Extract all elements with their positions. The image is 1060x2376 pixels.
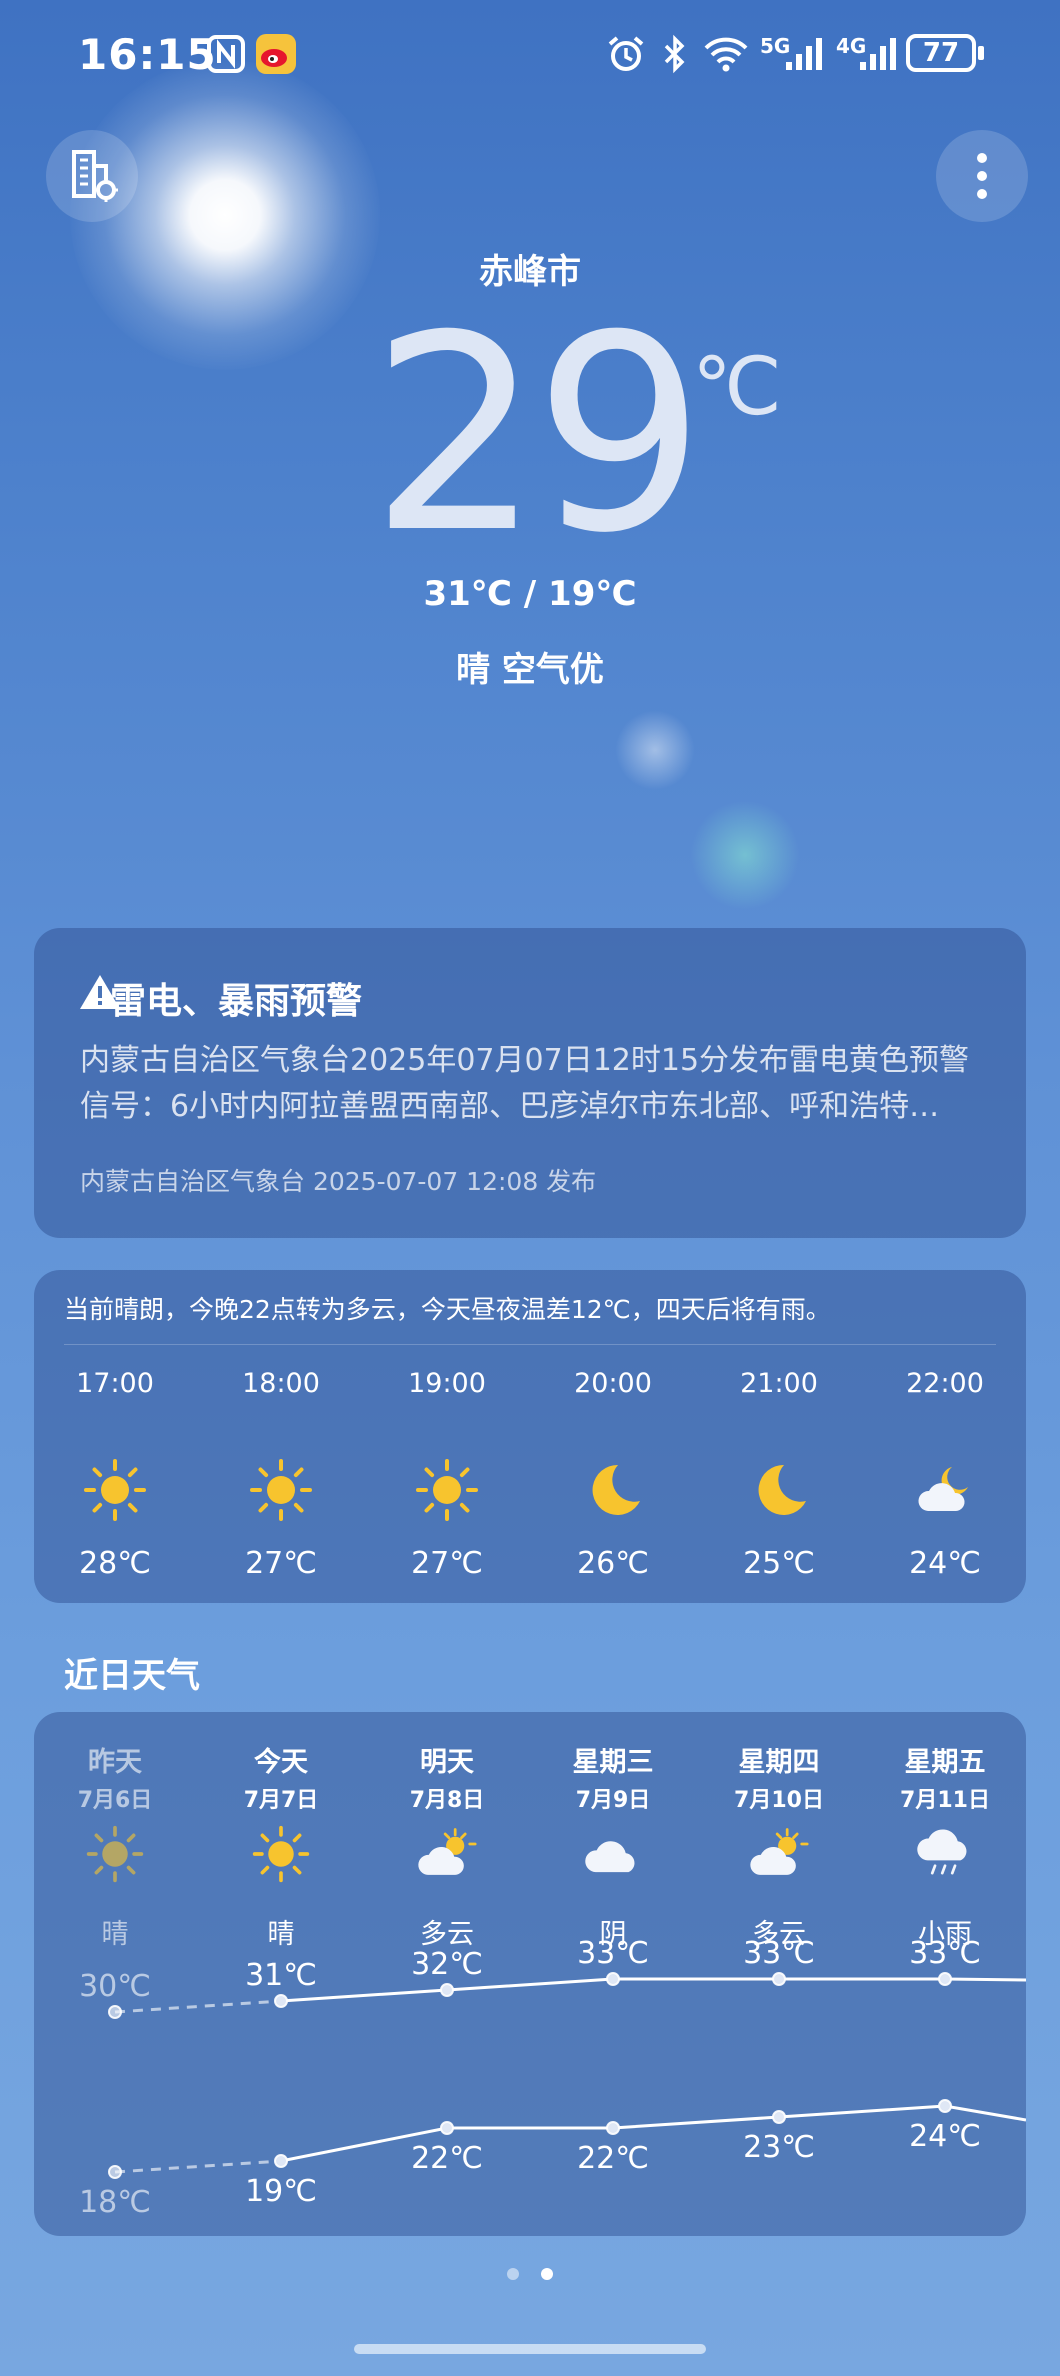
low-temp-label: 23℃ (743, 2130, 815, 2165)
day-condition: 多云 (752, 1919, 806, 1950)
lens-flare (690, 800, 800, 910)
battery-tip (978, 46, 984, 60)
low-temp-label: 22℃ (577, 2141, 649, 2176)
low-point (772, 2110, 786, 2124)
day-date: 7月6日 (77, 1788, 153, 1813)
lens-flare (615, 710, 695, 790)
high-point (274, 1994, 288, 2008)
low-temp-label: 22℃ (411, 2141, 483, 2176)
cloudy-night-icon (870, 1452, 1020, 1528)
hour-time: 19:00 (408, 1368, 486, 1399)
cloud-icon (538, 1820, 688, 1888)
day-label: 明天 (420, 1747, 474, 1778)
wifi-icon (702, 32, 750, 76)
day-date: 7月7日 (243, 1788, 319, 1813)
sun-icon (40, 1820, 190, 1888)
temperature-range: 31℃ / 19℃ (423, 574, 637, 614)
day-label: 昨天 (88, 1747, 142, 1778)
page-dot[interactable] (507, 2268, 519, 2280)
signal-5g-icon (782, 32, 826, 76)
status-time: 16:15 (78, 30, 217, 79)
high-temp-label: 32℃ (411, 1947, 483, 1982)
hour-time: 21:00 (740, 1368, 818, 1399)
alarm-icon (606, 32, 646, 76)
high-trend-line (280, 1977, 1026, 2003)
low-temp-label: 19℃ (245, 2174, 317, 2209)
warning-title: 雷电、暴雨预警 (110, 981, 363, 1022)
city-manage-icon (72, 150, 118, 202)
day-date: 7月10日 (734, 1788, 824, 1813)
low-point (108, 2165, 122, 2179)
warning-body-line: 内蒙古自治区气象台2025年07月07日12时15分发布雷电黄色预警 (80, 1043, 970, 1078)
low-point (440, 2121, 454, 2135)
day-date: 7月11日 (900, 1788, 990, 1813)
hour-temp: 26℃ (577, 1546, 649, 1581)
day-label: 星期四 (738, 1747, 820, 1778)
day-date: 7月8日 (409, 1788, 485, 1813)
partly-cloudy-icon (704, 1820, 854, 1888)
sun-icon (206, 1820, 356, 1888)
more-vertical-icon (977, 153, 987, 199)
battery-indicator: 77 (906, 34, 976, 72)
moon-icon (538, 1452, 688, 1528)
more-options-button[interactable] (936, 130, 1028, 222)
city-manage-button[interactable] (46, 130, 138, 222)
day-condition: 多云 (420, 1919, 474, 1950)
hour-temp: 28℃ (79, 1546, 151, 1581)
hour-temp: 24℃ (909, 1546, 981, 1581)
nfc-icon (206, 32, 246, 76)
hour-temp: 27℃ (245, 1546, 317, 1581)
divider (64, 1344, 996, 1345)
day-condition: 晴 (267, 1919, 295, 1950)
temperature-unit: ℃ (692, 340, 782, 433)
bluetooth-icon (660, 32, 690, 76)
day-condition: 晴 (101, 1919, 129, 1950)
low-point (606, 2121, 620, 2135)
signal-4g-icon (856, 32, 900, 76)
day-condition: 小雨 (918, 1919, 972, 1950)
high-temp-label: 31℃ (245, 1958, 317, 1993)
warning-source: 内蒙古自治区气象台 2025-07-07 12:08 发布 (80, 1167, 597, 1196)
partly-cloudy-icon (372, 1820, 522, 1888)
page-dot-active[interactable] (541, 2268, 553, 2280)
hour-time: 22:00 (906, 1368, 984, 1399)
forecast-summary: 当前晴朗，今晚22点转为多云，今天昼夜温差12℃，四天后将有雨。 (64, 1295, 831, 1324)
hour-time: 20:00 (574, 1368, 652, 1399)
sun-icon (372, 1452, 522, 1528)
high-temp-label: 30℃ (79, 1969, 151, 2004)
high-point (440, 1983, 454, 1997)
hour-time: 18:00 (242, 1368, 320, 1399)
low-point (938, 2099, 952, 2113)
hour-temp: 25℃ (743, 1546, 815, 1581)
high-point (938, 1972, 952, 1986)
low-trend-past (114, 2159, 282, 2174)
page-indicator (0, 2268, 1060, 2280)
warning-body: 内蒙古自治区气象台2025年07月07日12时15分发布雷电黄色预警 信号：6小… (80, 1038, 1000, 1130)
high-point (606, 1972, 620, 1986)
warning-body-line: 信号：6小时内阿拉善盟西南部、巴彦淖尔市东北部、呼和浩特… (80, 1089, 940, 1124)
sun-icon (40, 1452, 190, 1528)
home-indicator[interactable] (354, 2344, 706, 2354)
day-label: 今天 (254, 1747, 308, 1778)
low-point (274, 2154, 288, 2168)
hour-temp: 27℃ (411, 1546, 483, 1581)
day-condition: 阴 (599, 1919, 627, 1950)
high-point (108, 2005, 122, 2019)
current-condition: 晴 空气优 (456, 650, 604, 690)
sun-glare (70, 60, 380, 370)
low-temp-label: 24℃ (909, 2119, 981, 2154)
day-date: 7月9日 (575, 1788, 651, 1813)
rain-icon (870, 1820, 1020, 1888)
hour-time: 17:00 (76, 1368, 154, 1399)
sun-icon (206, 1452, 356, 1528)
day-label: 星期五 (904, 1747, 986, 1778)
section-title-daily: 近日天气 (64, 1656, 200, 1696)
low-temp-label: 18℃ (79, 2185, 151, 2220)
current-temperature: 29 (370, 277, 706, 592)
high-point (772, 1972, 786, 1986)
day-label: 星期三 (572, 1747, 654, 1778)
weibo-icon (254, 32, 298, 76)
moon-icon (704, 1452, 854, 1528)
